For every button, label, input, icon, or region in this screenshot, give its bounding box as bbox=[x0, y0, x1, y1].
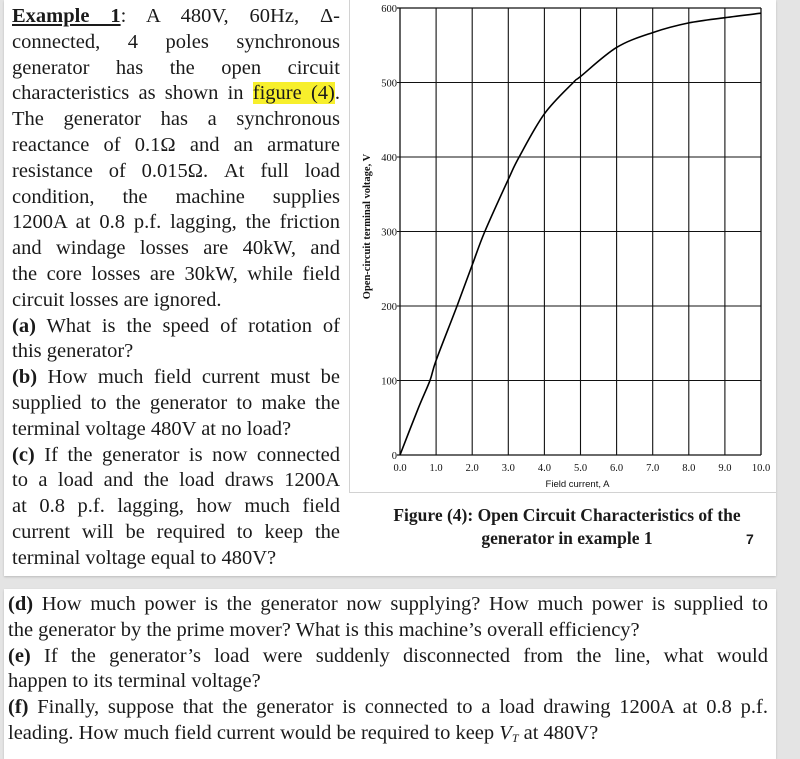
x-tick-label: 4.0 bbox=[538, 463, 551, 474]
text-line: happen to its terminal voltage? bbox=[8, 670, 261, 693]
problem-continuation: (d) How much power is the generator now … bbox=[8, 592, 768, 752]
y-tick-label: 400 bbox=[381, 153, 397, 164]
y-axis-title: Open-circuit terminal voltage, V bbox=[362, 153, 373, 299]
text-line: current will be required to keep the bbox=[12, 520, 340, 543]
x-tick-label: 0.0 bbox=[393, 463, 406, 474]
question-f: (f) Finally, suppose that the generator … bbox=[8, 696, 768, 719]
y-tick-label: 300 bbox=[381, 228, 397, 239]
question-e: (e) If the generator’s load were suddenl… bbox=[8, 644, 768, 667]
x-tick-label: 7.0 bbox=[646, 463, 659, 474]
question-d: (d) How much power is the generator now … bbox=[8, 593, 768, 615]
y-tick-label: 0 bbox=[392, 451, 397, 462]
x-tick-label: 3.0 bbox=[502, 463, 515, 474]
text-line: the generator by the prime mover? What i… bbox=[8, 618, 640, 641]
y-tick-label: 500 bbox=[381, 79, 397, 90]
y-tick-label: 600 bbox=[381, 4, 397, 15]
x-tick-label: 1.0 bbox=[430, 463, 443, 474]
y-tick-label: 100 bbox=[381, 377, 397, 388]
x-tick-label: 2.0 bbox=[466, 463, 479, 474]
vt-symbol: V bbox=[499, 721, 512, 744]
chart-tick-labels: 0.0 1.0 2.0 3.0 4.0 5.0 6.0 7.0 8.0 9.0 10.0 0 100 20… bbox=[381, 4, 770, 474]
x-tick-label: 8.0 bbox=[682, 463, 695, 474]
vt-subscript: T bbox=[511, 730, 519, 745]
x-axis-title: Field current, A bbox=[546, 479, 611, 490]
y-tick-label: 200 bbox=[381, 302, 397, 313]
occ-chart: 0.0 1.0 2.0 3.0 4.0 5.0 6.0 7.0 8.0 9.0 10.0 0 100 20… bbox=[362, 4, 770, 490]
text-line: leading. How much field current would be… bbox=[8, 721, 599, 745]
caption-line-1: Figure (4): Open Circuit Characteristics… bbox=[393, 505, 741, 525]
x-tick-label: 9.0 bbox=[718, 463, 731, 474]
x-tick-label: 6.0 bbox=[610, 463, 623, 474]
caption-line-2: generator in example 1 bbox=[481, 528, 653, 548]
page-number: 7 bbox=[746, 531, 754, 547]
x-tick-label: 10.0 bbox=[752, 463, 770, 474]
x-tick-label: 5.0 bbox=[574, 463, 587, 474]
text-line: terminal voltage equal to 480V? bbox=[12, 546, 277, 569]
chart-grid bbox=[397, 7, 762, 456]
figure-caption: Figure (4): Open Circuit Characteristics… bbox=[362, 504, 772, 550]
